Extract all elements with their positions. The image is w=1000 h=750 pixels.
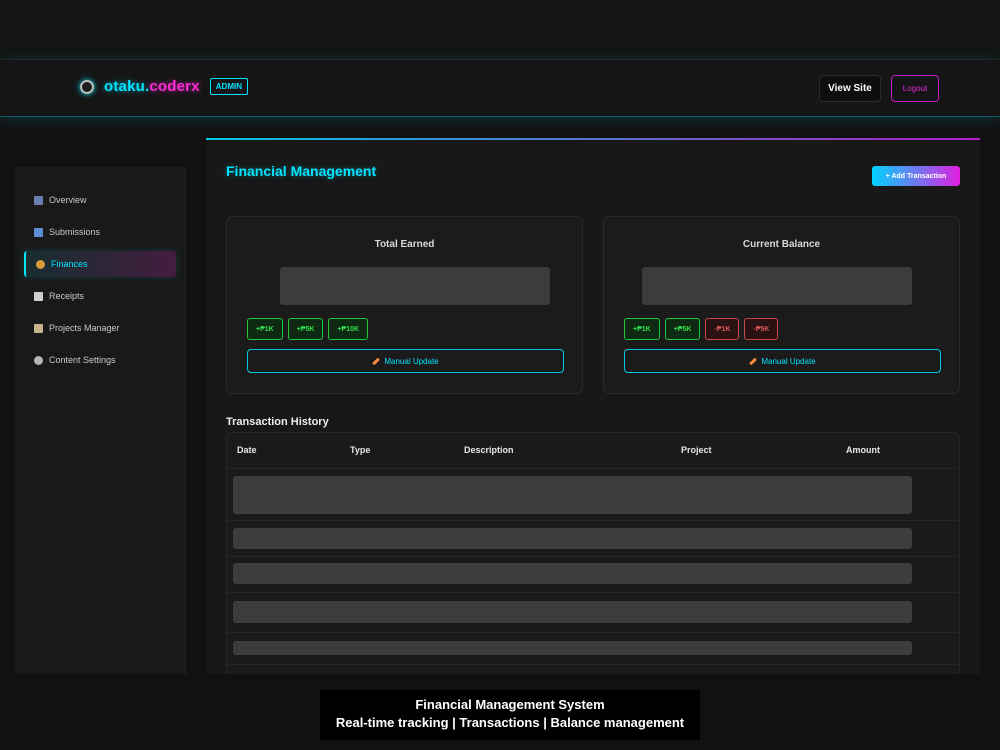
caption-box: Financial Management System Real-time tr… — [320, 690, 700, 740]
sidebar-item-label: Projects Manager — [49, 323, 120, 333]
sidebar-item-label: Submissions — [49, 227, 101, 237]
brand-name-part2: coderx — [149, 78, 200, 95]
money-bag-icon — [36, 259, 45, 269]
brand-name: otaku.coderx — [104, 78, 200, 95]
sidebar-item-label: Content Settings — [49, 355, 116, 365]
add-5k-button[interactable]: +₱5K — [664, 318, 701, 340]
row-placeholder — [233, 476, 912, 514]
quick-adjust-buttons: +₱1K +₱5K -₱1K -₱5K — [624, 318, 779, 340]
table-row[interactable] — [227, 593, 959, 633]
admin-badge: ADMIN — [209, 78, 248, 95]
table-row[interactable] — [227, 557, 959, 593]
table-row[interactable] — [227, 521, 959, 557]
table-row[interactable] — [227, 469, 959, 521]
brand[interactable]: otaku.coderx ADMIN — [80, 78, 248, 95]
sidebar-item-content-settings[interactable]: Content Settings — [24, 347, 176, 373]
subtract-5k-button[interactable]: -₱5K — [744, 318, 779, 340]
transaction-history-title: Transaction History — [226, 416, 329, 428]
add-1k-button[interactable]: +₱1K — [247, 318, 283, 340]
table-row[interactable] — [227, 633, 959, 665]
sidebar-item-overview[interactable]: Overview — [24, 187, 176, 213]
chart-icon — [34, 195, 43, 205]
logout-button[interactable]: Logout — [891, 75, 939, 102]
caption-line2: Real-time tracking | Transactions | Bala… — [335, 715, 685, 730]
inbox-icon — [34, 227, 43, 237]
pencil-icon — [749, 357, 758, 365]
top-strip — [0, 0, 1000, 60]
page-title: Financial Management — [226, 163, 377, 179]
app-header: otaku.coderx ADMIN View Site Logout — [0, 60, 1000, 117]
manual-update-label: Manual Update — [384, 356, 439, 366]
transaction-table: Date Type Description Project Amount — [226, 432, 960, 678]
main-panel: Financial Management + Add Transaction T… — [206, 138, 980, 678]
sidebar-item-label: Finances — [51, 259, 88, 269]
sidebar-item-finances[interactable]: Finances — [24, 251, 176, 277]
sidebar-item-projects-manager[interactable]: Projects Manager — [24, 315, 176, 341]
quick-adjust-buttons: +₱1K +₱5K +₱10K — [247, 318, 369, 340]
manual-update-button[interactable]: Manual Update — [247, 349, 564, 373]
column-header-amount[interactable]: Amount — [846, 445, 880, 455]
view-site-button[interactable]: View Site — [819, 75, 881, 102]
brand-logo-icon — [80, 79, 94, 94]
current-balance-amount-placeholder — [642, 267, 912, 305]
sidebar-item-label: Receipts — [49, 291, 85, 301]
pencil-icon — [372, 357, 381, 365]
column-header-type[interactable]: Type — [350, 445, 370, 455]
total-earned-card: Total Earned +₱1K +₱5K +₱10K Manual Upda… — [226, 216, 583, 394]
current-balance-card: Current Balance +₱1K +₱5K -₱1K -₱5K Manu… — [603, 216, 960, 394]
sidebar-item-receipts[interactable]: Receipts — [24, 283, 176, 309]
brand-name-part1: otaku. — [104, 78, 150, 95]
sidebar-item-submissions[interactable]: Submissions — [24, 219, 176, 245]
card-title: Current Balance — [742, 239, 821, 250]
column-header-date[interactable]: Date — [237, 445, 257, 455]
add-5k-button[interactable]: +₱5K — [287, 318, 324, 340]
row-placeholder — [233, 563, 912, 584]
row-placeholder — [233, 641, 912, 655]
table-header-row: Date Type Description Project Amount — [227, 433, 959, 469]
total-earned-amount-placeholder — [280, 267, 550, 305]
column-header-project[interactable]: Project — [681, 445, 712, 455]
sidebar: Overview Submissions Finances Receipts P… — [14, 167, 186, 677]
add-10k-button[interactable]: +₱10K — [328, 318, 369, 340]
sidebar-item-label: Overview — [49, 195, 87, 205]
card-title: Total Earned — [374, 239, 435, 250]
row-placeholder — [233, 601, 912, 623]
row-placeholder — [233, 528, 912, 549]
column-header-description[interactable]: Description — [464, 445, 514, 455]
add-transaction-button[interactable]: + Add Transaction — [872, 166, 960, 186]
clipboard-icon — [34, 323, 43, 333]
gear-icon — [34, 355, 43, 365]
add-1k-button[interactable]: +₱1K — [624, 318, 660, 340]
manual-update-button[interactable]: Manual Update — [624, 349, 941, 373]
subtract-1k-button[interactable]: -₱1K — [705, 318, 740, 340]
manual-update-label: Manual Update — [761, 356, 816, 366]
receipt-icon — [34, 291, 43, 301]
caption-line1: Financial Management System — [415, 697, 605, 712]
